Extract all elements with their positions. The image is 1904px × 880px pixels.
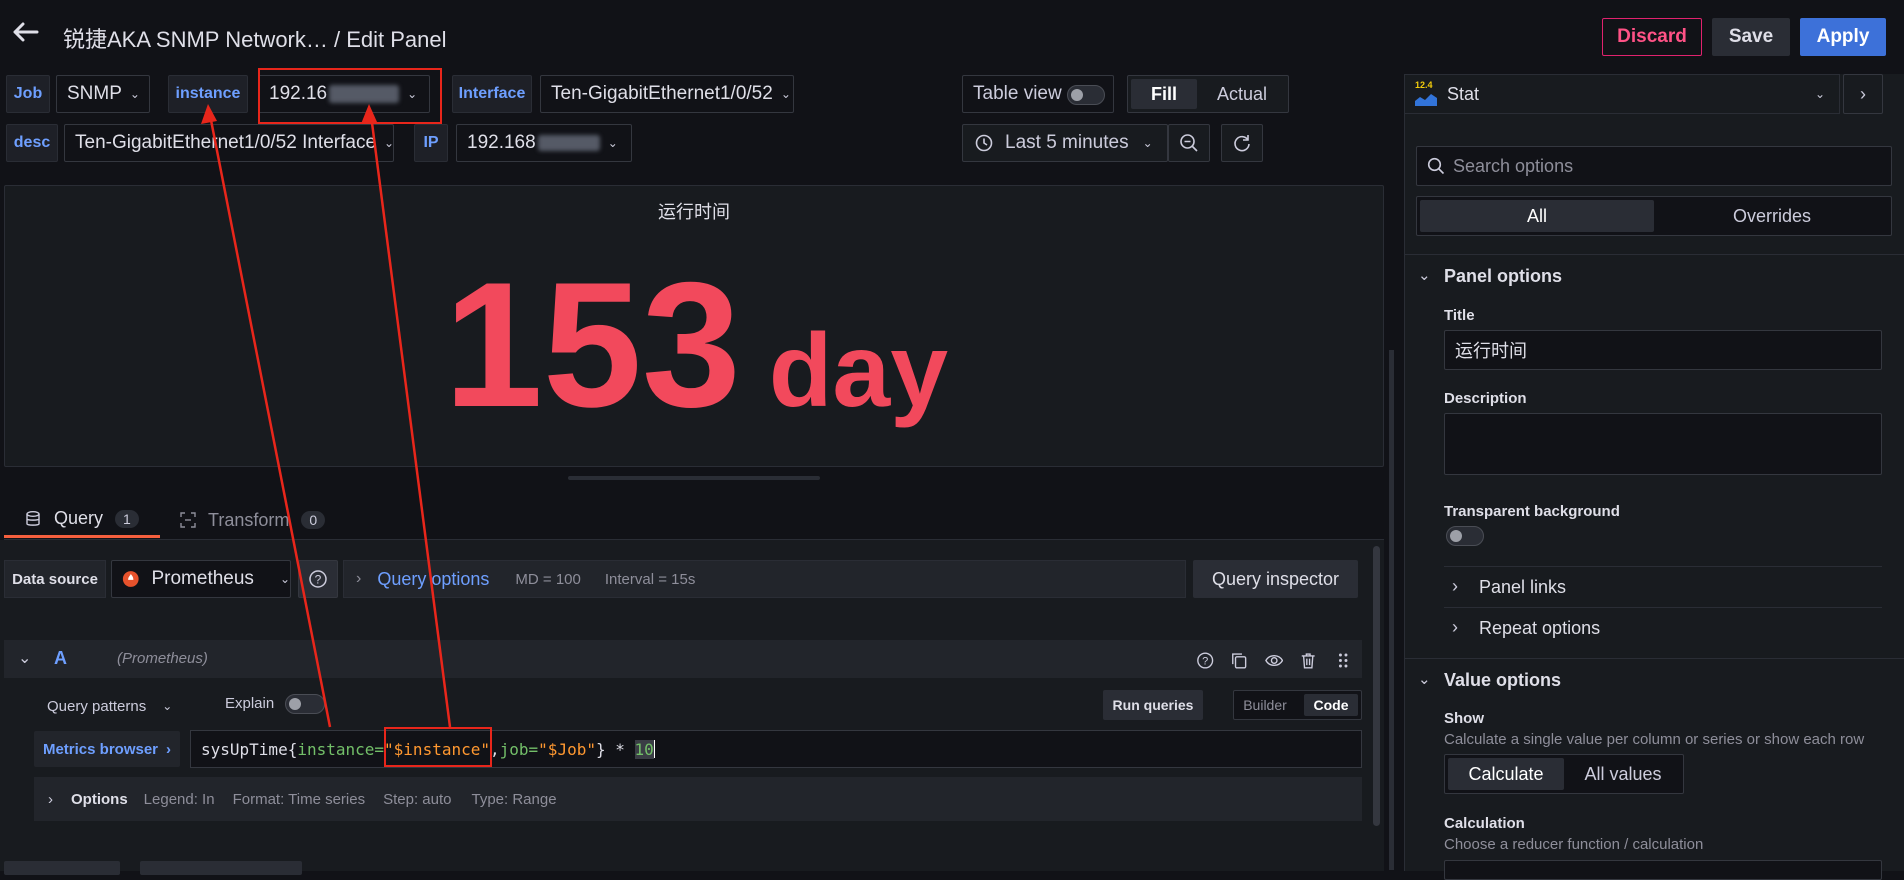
annotation-arrows (201, 104, 452, 728)
